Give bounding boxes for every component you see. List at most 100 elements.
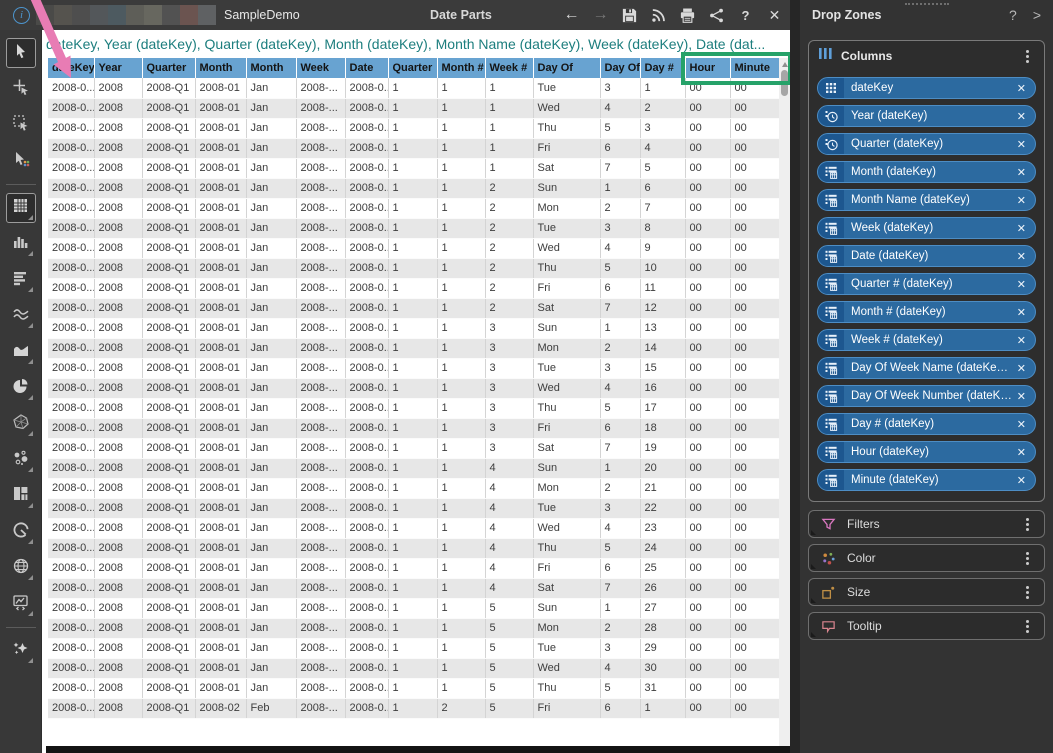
table-row[interactable]: 2008-0...20082008-Q12008-01Jan2008-...20… — [48, 678, 779, 698]
table-row[interactable]: 2008-0...20082008-Q12008-01Jan2008-...20… — [48, 338, 779, 358]
column-header[interactable]: Day # — [640, 58, 685, 78]
zone-menu-button[interactable] — [1020, 618, 1034, 634]
column-header[interactable]: Year — [94, 58, 142, 78]
table-row[interactable]: 2008-0...20082008-Q12008-01Jan2008-...20… — [48, 518, 779, 538]
remove-column-button[interactable]: ✕ — [1013, 82, 1035, 95]
remove-column-button[interactable]: ✕ — [1013, 418, 1035, 431]
table-row[interactable]: 2008-0...20082008-Q12008-01Jan2008-...20… — [48, 318, 779, 338]
column-pill[interactable]: Day Of Week Number (dateKey) ✕ — [817, 385, 1036, 407]
remove-column-button[interactable]: ✕ — [1013, 110, 1035, 123]
column-pill[interactable]: Minute (dateKey) ✕ — [817, 469, 1036, 491]
column-pill[interactable]: Quarter # (dateKey) ✕ — [817, 273, 1036, 295]
bar-chart-tool[interactable] — [6, 229, 36, 259]
table-row[interactable]: 2008-0...20082008-Q12008-01Jan2008-...20… — [48, 398, 779, 418]
table-row[interactable]: 2008-0...20082008-Q12008-01Jan2008-...20… — [48, 78, 779, 98]
panel-collapse-icon[interactable]: > — [1033, 7, 1041, 23]
zone-color[interactable]: Color — [808, 544, 1045, 572]
column-header[interactable]: Day Of — [533, 58, 600, 78]
page-tab-title[interactable]: Date Parts — [430, 8, 492, 22]
remove-column-button[interactable]: ✕ — [1013, 138, 1035, 151]
remove-column-button[interactable]: ✕ — [1013, 250, 1035, 263]
table-row[interactable]: 2008-0...20082008-Q12008-01Jan2008-...20… — [48, 658, 779, 678]
remove-column-button[interactable]: ✕ — [1013, 278, 1035, 291]
table-row[interactable]: 2008-0...20082008-Q12008-01Jan2008-...20… — [48, 458, 779, 478]
column-pill[interactable]: Day # (dateKey) ✕ — [817, 413, 1036, 435]
crosshair-select-tool[interactable] — [6, 74, 36, 104]
remove-column-button[interactable]: ✕ — [1013, 390, 1035, 403]
table-row[interactable]: 2008-0...20082008-Q12008-01Jan2008-...20… — [48, 558, 779, 578]
table-row[interactable]: 2008-0...20082008-Q12008-01Jan2008-...20… — [48, 498, 779, 518]
back-button[interactable]: ← — [562, 6, 581, 25]
forward-button[interactable]: → — [591, 6, 610, 25]
column-header[interactable]: Date — [345, 58, 388, 78]
remove-column-button[interactable]: ✕ — [1013, 306, 1035, 319]
table-row[interactable]: 2008-0...20082008-Q12008-01Jan2008-...20… — [48, 578, 779, 598]
table-row[interactable]: 2008-0...20082008-Q12008-02Feb2008-...20… — [48, 698, 779, 718]
table-row[interactable]: 2008-0...20082008-Q12008-01Jan2008-...20… — [48, 198, 779, 218]
table-row[interactable]: 2008-0...20082008-Q12008-01Jan2008-...20… — [48, 258, 779, 278]
column-pill[interactable]: Month Name (dateKey) ✕ — [817, 189, 1036, 211]
zone-menu-button[interactable] — [1020, 584, 1034, 600]
remove-column-button[interactable]: ✕ — [1013, 222, 1035, 235]
panel-grip[interactable] — [905, 3, 949, 5]
info-icon[interactable]: i — [13, 7, 30, 24]
horizontal-bar-chart-tool[interactable] — [6, 265, 36, 295]
scatter-plot-tool[interactable] — [6, 445, 36, 475]
column-header[interactable]: Month — [246, 58, 296, 78]
pie-chart-tool[interactable] — [6, 373, 36, 403]
table-row[interactable]: 2008-0...20082008-Q12008-01Jan2008-...20… — [48, 478, 779, 498]
column-pill[interactable]: Week # (dateKey) ✕ — [817, 329, 1036, 351]
column-pill[interactable]: Hour (dateKey) ✕ — [817, 441, 1036, 463]
table-row[interactable]: 2008-0...20082008-Q12008-01Jan2008-...20… — [48, 218, 779, 238]
area-chart-tool[interactable] — [6, 337, 36, 367]
streaming-data-button[interactable] — [649, 6, 668, 25]
column-header[interactable]: Quarter — [388, 58, 437, 78]
columns-zone-header[interactable]: Columns — [809, 41, 1044, 71]
column-header[interactable]: Month # — [437, 58, 485, 78]
zone-size[interactable]: Size — [808, 578, 1045, 606]
columns-menu-button[interactable] — [1020, 48, 1034, 64]
table-row[interactable]: 2008-0...20082008-Q12008-01Jan2008-...20… — [48, 98, 779, 118]
column-pill[interactable]: Week (dateKey) ✕ — [817, 217, 1036, 239]
column-pill[interactable]: Year (dateKey) ✕ — [817, 105, 1036, 127]
remove-column-button[interactable]: ✕ — [1013, 166, 1035, 179]
gauge-tool[interactable] — [6, 517, 36, 547]
line-chart-tool[interactable] — [6, 301, 36, 331]
treemap-tool[interactable] — [6, 481, 36, 511]
table-row[interactable]: 2008-0...20082008-Q12008-01Jan2008-...20… — [48, 358, 779, 378]
vertical-scrollbar[interactable] — [779, 58, 790, 746]
radar-chart-tool[interactable] — [6, 409, 36, 439]
remove-column-button[interactable]: ✕ — [1013, 362, 1035, 375]
help-button[interactable]: ? — [736, 6, 755, 25]
zone-menu-button[interactable] — [1020, 550, 1034, 566]
save-button[interactable] — [620, 6, 639, 25]
remove-column-button[interactable]: ✕ — [1013, 446, 1035, 459]
table-row[interactable]: 2008-0...20082008-Q12008-01Jan2008-...20… — [48, 298, 779, 318]
data-table[interactable]: dateKeyYearQuarterMonthMonthWeekDateQuar… — [48, 58, 779, 719]
table-row[interactable]: 2008-0...20082008-Q12008-01Jan2008-...20… — [48, 418, 779, 438]
column-pill[interactable]: Quarter (dateKey) ✕ — [817, 133, 1036, 155]
table-row[interactable]: 2008-0...20082008-Q12008-01Jan2008-...20… — [48, 278, 779, 298]
remove-column-button[interactable]: ✕ — [1013, 474, 1035, 487]
close-button[interactable]: ✕ — [765, 6, 784, 25]
panel-help-icon[interactable]: ? — [1009, 7, 1017, 23]
table-row[interactable]: 2008-0...20082008-Q12008-01Jan2008-...20… — [48, 158, 779, 178]
table-row[interactable]: 2008-0...20082008-Q12008-01Jan2008-...20… — [48, 598, 779, 618]
marquee-select-tool[interactable] — [6, 110, 36, 140]
column-pill[interactable]: Date (dateKey) ✕ — [817, 245, 1036, 267]
column-header[interactable]: Week # — [485, 58, 533, 78]
print-button[interactable] — [678, 6, 697, 25]
ai-suggestions-tool[interactable] — [6, 636, 36, 666]
table-row[interactable]: 2008-0...20082008-Q12008-01Jan2008-...20… — [48, 138, 779, 158]
map-tool[interactable] — [6, 553, 36, 583]
column-header[interactable]: Week — [296, 58, 345, 78]
data-point-select-tool[interactable] — [6, 146, 36, 176]
column-pill[interactable]: Month # (dateKey) ✕ — [817, 301, 1036, 323]
select-tool[interactable] — [6, 38, 36, 68]
column-header[interactable]: Month — [195, 58, 246, 78]
table-view-tool[interactable] — [6, 193, 36, 223]
table-row[interactable]: 2008-0...20082008-Q12008-01Jan2008-...20… — [48, 238, 779, 258]
column-pill[interactable]: Month (dateKey) ✕ — [817, 161, 1036, 183]
share-button[interactable] — [707, 6, 726, 25]
zone-tooltip[interactable]: Tooltip — [808, 612, 1045, 640]
